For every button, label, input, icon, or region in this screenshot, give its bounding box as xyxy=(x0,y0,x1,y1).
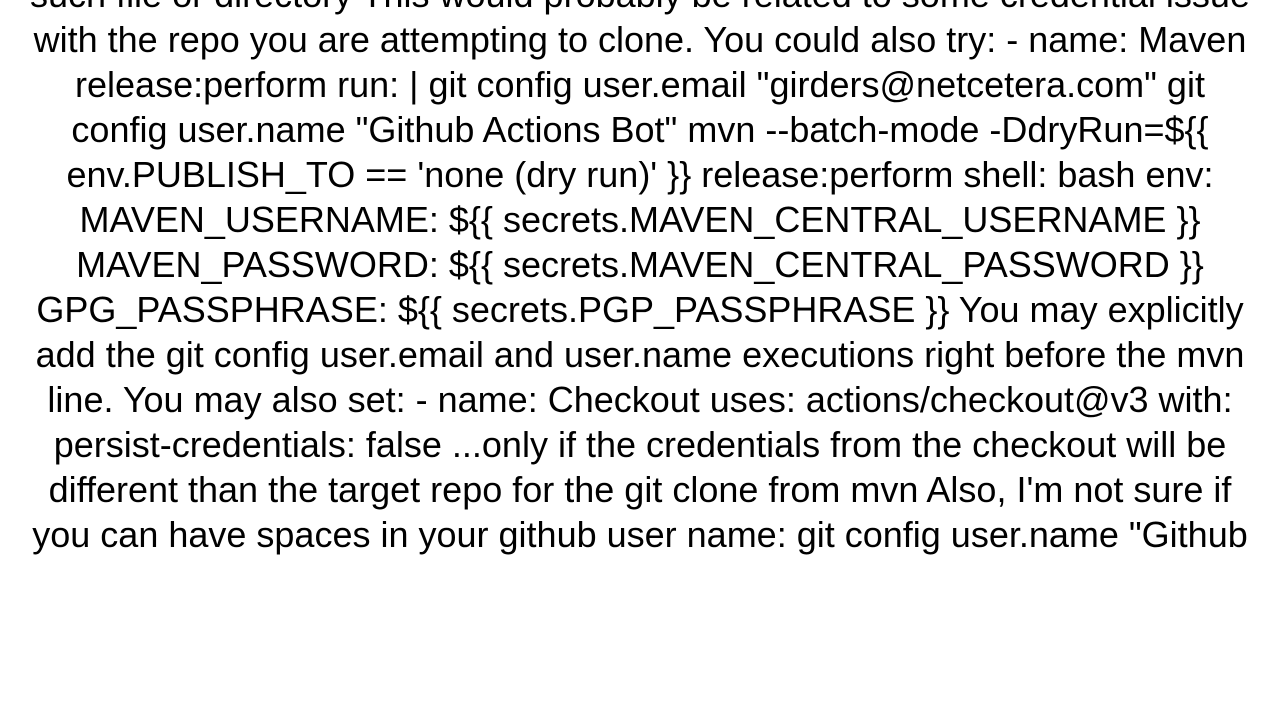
document-text: such file or directory This would probab… xyxy=(0,0,1280,557)
